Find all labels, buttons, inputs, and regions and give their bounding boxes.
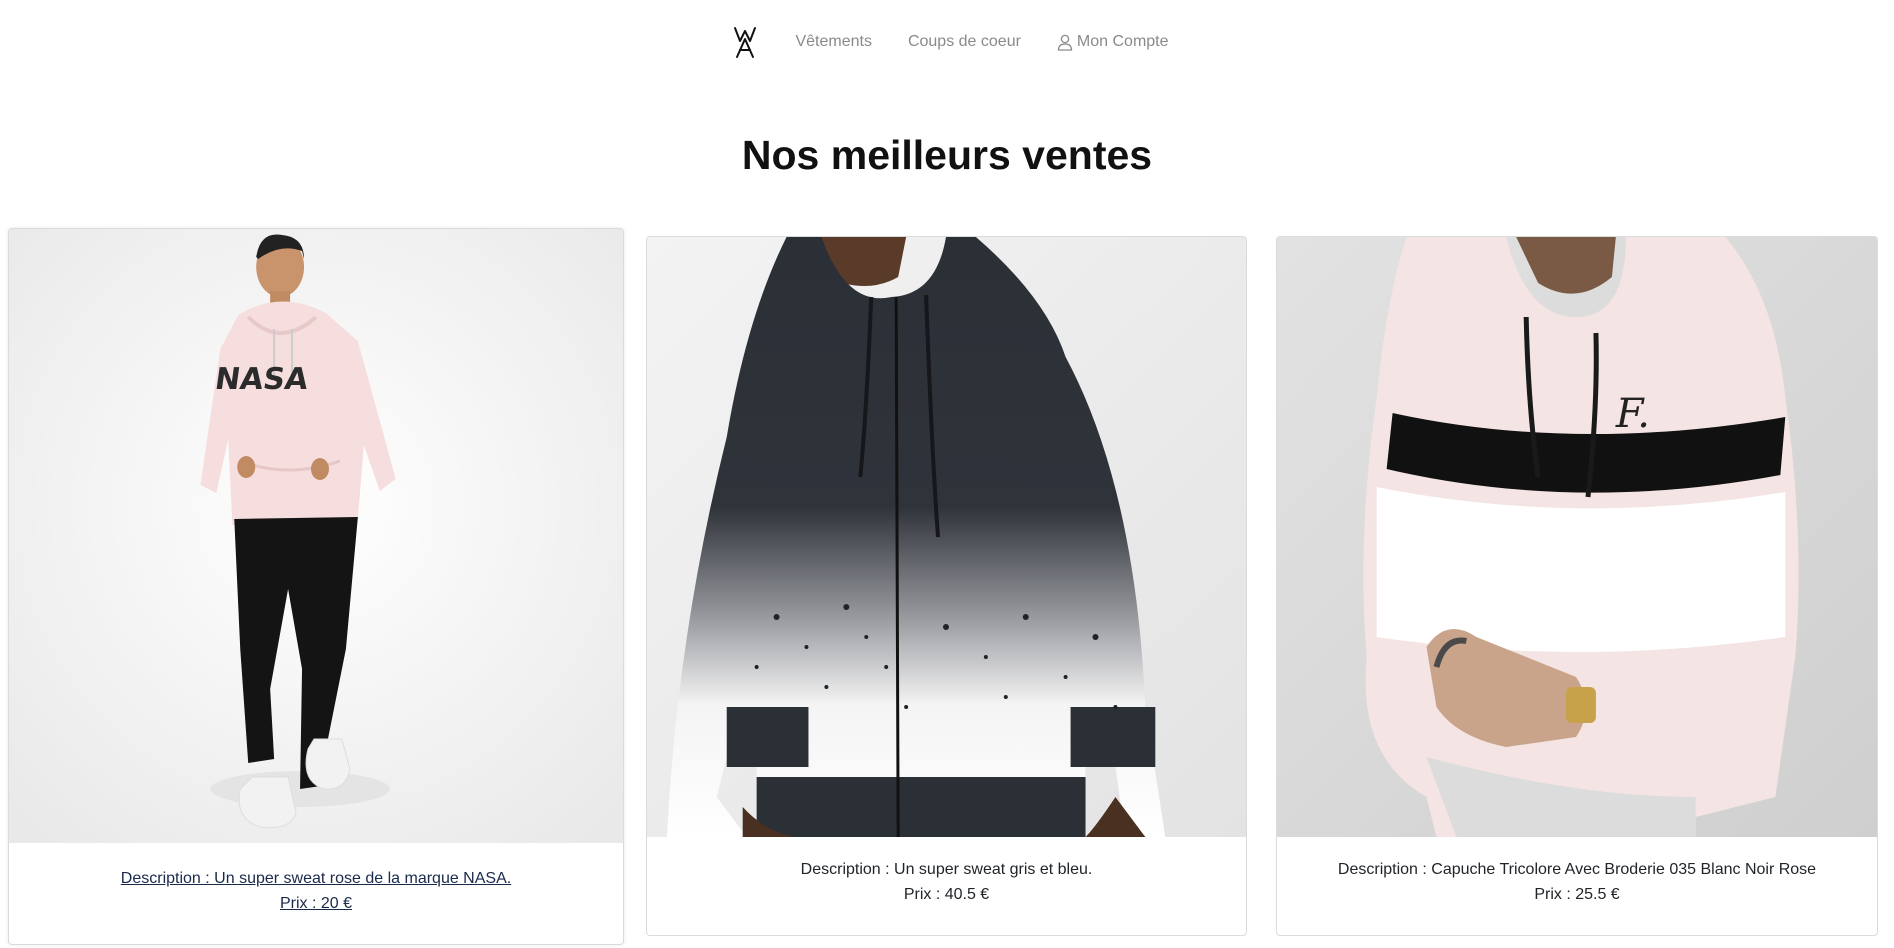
product-card-1[interactable]: NASA Description : Un super sweat rose d… [8, 228, 624, 945]
product-image-pink-nasa-hoodie[interactable]: NASA [9, 229, 623, 843]
product-image-tricolor-hoodie[interactable]: F. [1277, 237, 1877, 837]
product-image-dark-zip-hoodie[interactable] [647, 237, 1246, 837]
navbar: Vêtements Coups de coeur Mon Compte [0, 0, 1894, 84]
nav-link-mon-compte[interactable]: Mon Compte [1057, 33, 1169, 51]
product-card-2[interactable]: Description : Un super sweat gris et ble… [646, 236, 1247, 936]
nav-inner: Vêtements Coups de coeur Mon Compte [731, 25, 1169, 59]
nav-link-label: Vêtements [795, 33, 872, 50]
product-card-body: Description : Un super sweat gris et ble… [647, 857, 1246, 907]
svg-text:F.: F. [1615, 391, 1650, 437]
product-price[interactable]: Prix : 25.5 € [1534, 886, 1619, 903]
product-card-body: Description : Capuche Tricolore Avec Bro… [1277, 857, 1877, 907]
product-description[interactable]: Description : Capuche Tricolore Avec Bro… [1338, 861, 1816, 878]
nav-link-label: Mon Compte [1076, 33, 1169, 50]
product-description[interactable]: Description : Un super sweat gris et ble… [801, 861, 1093, 878]
page-title: Nos meilleurs ventes [741, 132, 1153, 178]
user-icon [1057, 34, 1073, 51]
brand-logo[interactable] [731, 25, 759, 59]
svg-text:NASA: NASA [213, 362, 311, 397]
product-price[interactable]: Prix : 40.5 € [904, 886, 989, 903]
product-card-3[interactable]: F. Description : Capuche Tricolore Avec … [1276, 236, 1878, 936]
nav-link-vetements[interactable]: Vêtements [795, 33, 871, 51]
nav-link-coups-de-coeur[interactable]: Coups de coeur [908, 33, 1021, 51]
product-price[interactable]: Prix : 20 € [280, 895, 352, 912]
product-card-body: Description : Un super sweat rose de la … [9, 866, 623, 916]
nav-link-label: Coups de coeur [907, 33, 1021, 50]
product-description[interactable]: Description : Un super sweat rose de la … [121, 870, 511, 887]
